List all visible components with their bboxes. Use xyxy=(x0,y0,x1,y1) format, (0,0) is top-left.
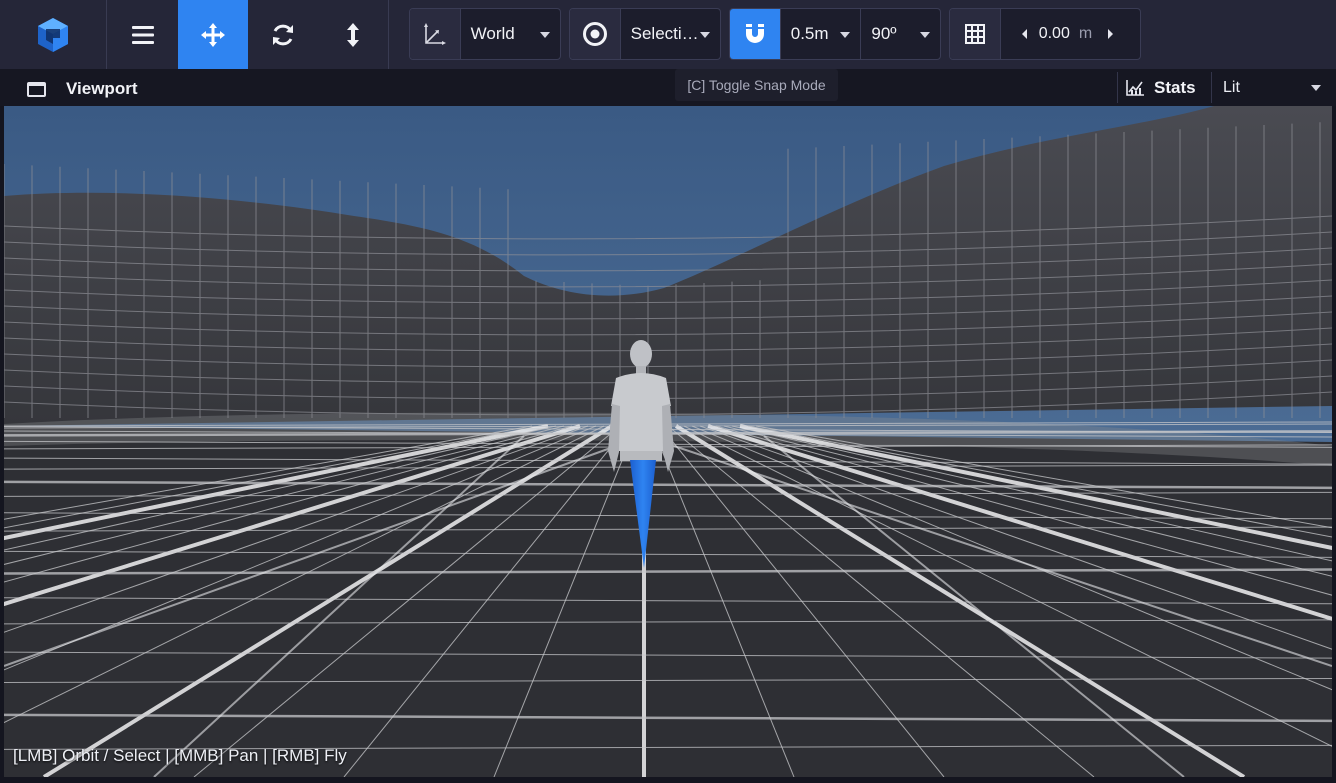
coordinate-space-group: World xyxy=(409,8,561,60)
grid-offset-stepper[interactable]: 0.00 m xyxy=(1001,9,1140,59)
move-arrows-icon xyxy=(201,22,225,47)
selection-mode-value: Selecti… xyxy=(630,24,699,43)
scale-tool-button[interactable] xyxy=(318,0,388,69)
main-toolbar: World Selecti… 0.5m 90º 0.00 m xyxy=(0,0,1336,69)
vertical-resize-icon xyxy=(347,22,359,47)
window-icon xyxy=(27,82,46,97)
stats-button[interactable]: Stats xyxy=(1117,72,1211,103)
rotate-icon xyxy=(273,24,293,45)
grid-offset-value: 0.00 xyxy=(1038,25,1070,42)
selection-mode-dropdown[interactable]: Selecti… xyxy=(621,9,720,59)
grid-offset-group: 0.00 m xyxy=(949,8,1141,60)
render-mode-dropdown[interactable]: Lit xyxy=(1211,72,1329,103)
ground-plane xyxy=(4,426,1332,777)
chevron-down-icon xyxy=(700,32,710,38)
target-icon xyxy=(570,9,621,59)
axes-icon xyxy=(410,9,461,59)
hamburger-menu-icon xyxy=(132,25,154,44)
snap-group: 0.5m 90º xyxy=(729,8,941,60)
magnet-icon xyxy=(745,24,764,43)
selection-mode-group: Selecti… xyxy=(569,8,721,60)
coordinate-space-value: World xyxy=(470,24,515,43)
chevron-down-icon xyxy=(920,32,930,38)
controls-hint: [LMB] Orbit / Select | [MMB] Pan | [RMB]… xyxy=(13,746,347,765)
viewport-header: Viewport Stats Lit xyxy=(0,69,1336,106)
rotate-tool-button[interactable] xyxy=(248,0,318,69)
chevron-down-icon xyxy=(540,32,550,38)
stats-label: Stats xyxy=(1154,77,1196,97)
engine-logo-icon[interactable] xyxy=(0,0,107,69)
grid-offset-unit: m xyxy=(1078,25,1093,42)
snap-tooltip: [C] Toggle Snap Mode xyxy=(675,69,838,101)
toolbar-divider xyxy=(388,0,389,69)
snap-distance-value: 0.5m xyxy=(790,24,829,43)
menu-button[interactable] xyxy=(108,0,178,69)
scene-viewport[interactable] xyxy=(4,106,1332,777)
viewport-title: Viewport xyxy=(66,79,138,98)
snap-angle-value: 90º xyxy=(871,24,897,43)
decrement-arrow-icon[interactable] xyxy=(1021,29,1027,39)
render-mode-value: Lit xyxy=(1223,78,1240,96)
coordinate-space-dropdown[interactable]: World xyxy=(461,9,560,59)
grid-icon xyxy=(950,9,1001,59)
chevron-down-icon xyxy=(1311,85,1321,91)
scene-canvas[interactable] xyxy=(4,106,1332,777)
chart-icon xyxy=(1126,80,1144,96)
move-tool-button[interactable] xyxy=(178,0,248,69)
snap-distance-dropdown[interactable]: 0.5m xyxy=(781,9,862,59)
snap-toggle-button[interactable] xyxy=(730,9,781,59)
increment-arrow-icon[interactable] xyxy=(1108,29,1114,39)
snap-angle-dropdown[interactable]: 90º xyxy=(861,9,940,59)
chevron-down-icon xyxy=(840,32,851,38)
